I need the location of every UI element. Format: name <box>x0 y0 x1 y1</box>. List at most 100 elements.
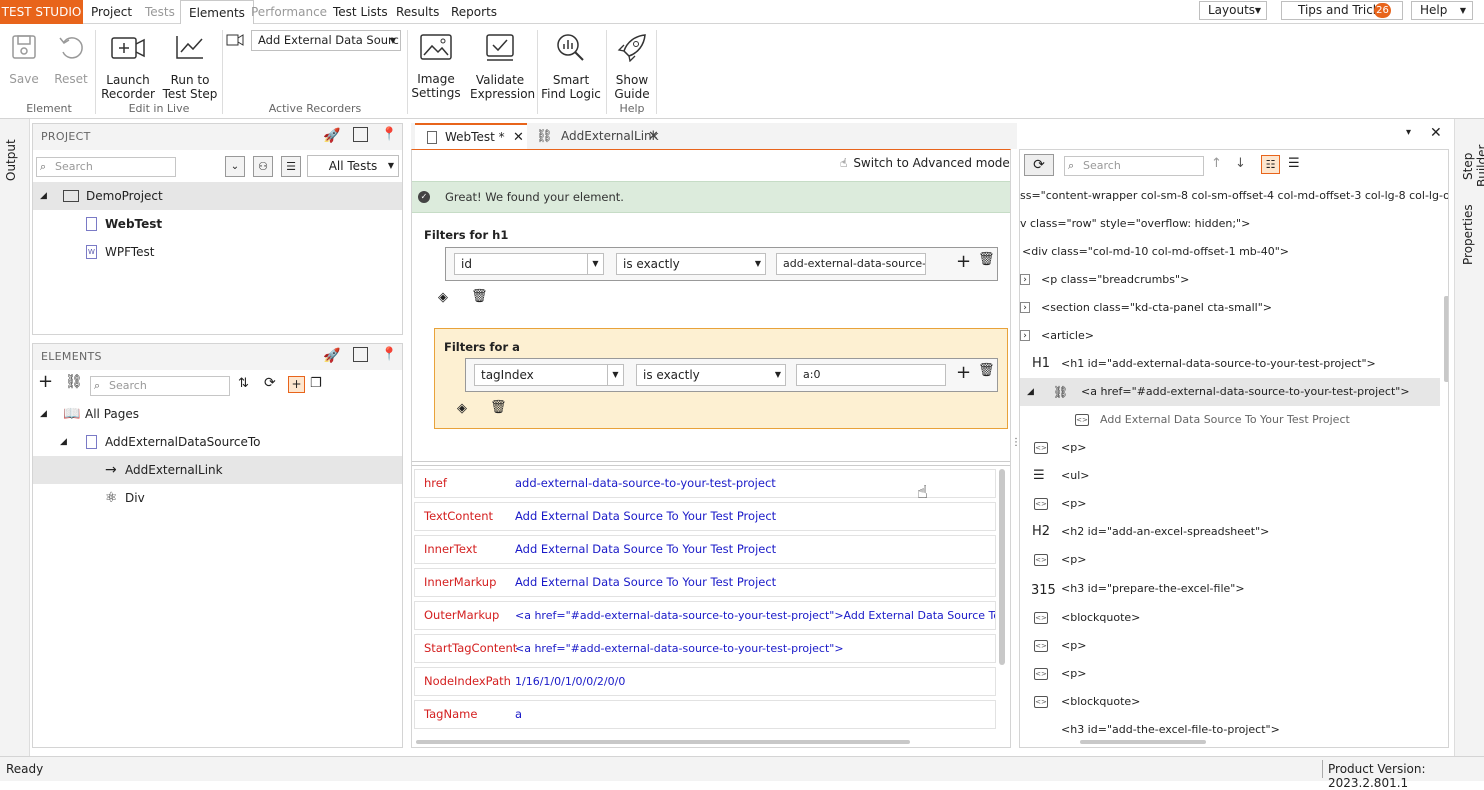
dom-node-selected[interactable]: ◢ ⛓ <a href="#add-external-data-source-to-… <box>1020 378 1440 406</box>
elements-search-input[interactable]: ⌕ Search <box>90 376 230 396</box>
dom-node[interactable]: › <section class="kd-cta-panel cta-small"… <box>1020 294 1440 322</box>
layers-icon[interactable]: ◈ <box>438 290 448 305</box>
property-row-href[interactable]: href add-external-data-source-to-your-tes… <box>414 469 996 498</box>
property-row-tagname[interactable]: TagName a <box>414 700 996 729</box>
dom-node[interactable]: H2 <h2 id="add-an-excel-spreadsheet"> <box>1020 518 1440 546</box>
reset-button[interactable]: Reset <box>52 32 90 86</box>
pin-icon[interactable]: 📍 <box>381 127 397 142</box>
editor-tab-webtest[interactable]: WebTest * ✕ <box>415 123 527 150</box>
editor-tab-addexternallink[interactable]: ⛓ AddExternalLink ✕ <box>531 123 667 149</box>
step-builder-side-tab[interactable]: Step Builder <box>1461 133 1484 199</box>
tree-item-div[interactable]: ⚛ Div <box>33 484 402 512</box>
refresh-icon[interactable]: ⟳ <box>264 375 276 391</box>
dom-horizontal-scrollbar[interactable] <box>1080 740 1206 744</box>
copy-icon[interactable]: ❐ <box>310 376 322 391</box>
property-row-starttagcontent[interactable]: StartTagContent<a href="#add-external-da… <box>414 634 996 663</box>
dom-node[interactable]: <> <p> <box>1020 660 1440 688</box>
list-icon[interactable]: ☰ <box>281 156 301 177</box>
property-row-nodeindexpath[interactable]: NodeIndexPath 1/16/1/0/1/0/0/2/0/0 <box>414 667 996 696</box>
tests-filter-select[interactable]: All Tests ▼ <box>307 155 399 177</box>
tree-item-demoproject[interactable]: ◢ DemoProject <box>33 182 402 210</box>
arrow-down-icon[interactable]: ↓ <box>1235 156 1246 171</box>
run-to-test-step-button[interactable]: Run to Test Step <box>162 32 218 101</box>
smart-find-logic-button[interactable]: Smart Find Logic <box>541 32 601 101</box>
layers-icon[interactable]: ◈ <box>457 401 467 416</box>
save-button[interactable]: Save <box>6 32 42 86</box>
rocket-icon[interactable]: 🚀 <box>323 128 340 144</box>
property-row-innermarkup[interactable]: InnerMarkup Add External Data Source To Y… <box>414 568 996 597</box>
close-icon[interactable]: ✕ <box>648 123 659 150</box>
dom-node[interactable]: <> <blockquote> <box>1020 604 1440 632</box>
dom-node[interactable]: <> <p> <box>1020 546 1440 574</box>
expand-arrow-icon[interactable]: ◢ <box>1027 378 1034 406</box>
launch-recorder-button[interactable]: Launch Recorder <box>100 32 156 101</box>
add-icon[interactable]: + <box>38 372 53 392</box>
menu-tab-results[interactable]: Results <box>388 0 447 24</box>
layouts-dropdown[interactable]: Layouts ▼ <box>1199 1 1267 20</box>
expand-arrow-icon[interactable]: › <box>1020 302 1030 313</box>
filter-a-operator-select[interactable]: is exactly ▼ <box>636 364 786 386</box>
validate-expression-button[interactable]: Validate Expression <box>470 32 535 101</box>
image-settings-button[interactable]: Image Settings <box>410 32 462 100</box>
menu-tab-test-lists[interactable]: Test Lists <box>325 0 396 24</box>
filter-a-value-input[interactable]: a:0 <box>796 364 946 386</box>
tips-button[interactable]: Tips and Tricks 26 <box>1281 1 1403 20</box>
advanced-mode-button[interactable]: ☝ Switch to Advanced mode <box>840 156 1010 170</box>
delete-icon[interactable]: 🗑 <box>978 363 995 378</box>
delete-icon[interactable]: 🗑 <box>490 400 507 415</box>
splitter-handle[interactable] <box>412 461 1010 466</box>
expand-arrow-icon[interactable]: › <box>1020 330 1030 341</box>
popout-icon[interactable] <box>353 347 368 362</box>
menu-tab-reports[interactable]: Reports <box>443 0 505 24</box>
menu-tab-performance[interactable]: Performance <box>243 0 335 24</box>
show-guide-button[interactable]: Show Guide <box>610 32 654 101</box>
filter-h1-operator-select[interactable]: is exactly ▼ <box>616 253 766 275</box>
tree-item-wpftest[interactable]: W WPFTest <box>33 238 402 266</box>
editor-horizontal-scrollbar[interactable] <box>416 740 910 744</box>
tree-item-page[interactable]: ◢ AddExternalDataSourceTo <box>33 428 402 456</box>
rocket-icon[interactable]: 🚀 <box>323 348 340 364</box>
add-filter-icon[interactable]: + <box>956 362 971 384</box>
dom-node[interactable]: ☰ <ul> <box>1020 462 1440 490</box>
delete-icon[interactable]: 🗑 <box>978 252 995 267</box>
popout-icon[interactable] <box>353 127 368 142</box>
dom-search-input[interactable]: ⌕ Search <box>1064 156 1204 176</box>
delete-icon[interactable]: 🗑 <box>471 289 488 304</box>
dom-node[interactable]: ss="content-wrapper col-sm-8 col-sm-offs… <box>1020 182 1448 210</box>
dom-node[interactable]: <> <blockquote> <box>1020 688 1440 716</box>
dom-node[interactable]: 315 <h3 id="prepare-the-excel-file"> <box>1020 574 1440 604</box>
filter-h1-attribute-select[interactable]: id ▼ <box>454 253 604 275</box>
properties-side-tab[interactable]: Properties <box>1461 204 1475 265</box>
dom-node[interactable]: <> <p> <box>1020 632 1440 660</box>
tree-item-all-pages[interactable]: ◢ 📖 All Pages <box>33 400 402 428</box>
help-dropdown[interactable]: Help ▼ <box>1411 1 1473 20</box>
dom-node[interactable]: <> <p> <box>1020 490 1440 518</box>
expand-arrow-icon[interactable]: › <box>1020 274 1030 285</box>
list-view-icon[interactable]: ☰ <box>1288 156 1300 171</box>
tree-item-webtest[interactable]: WebTest <box>33 210 402 238</box>
chevron-down-icon[interactable]: ▾ <box>1406 127 1411 138</box>
expand-arrow-icon[interactable]: ◢ <box>40 182 47 210</box>
refresh-icon[interactable]: ⟳ <box>1024 154 1054 176</box>
pin-icon[interactable]: 📍 <box>381 347 397 362</box>
link-icon[interactable]: ⛓ <box>65 374 83 390</box>
close-icon[interactable]: ✕ <box>513 125 524 150</box>
property-row-textcontent[interactable]: TextContent Add External Data Source To Y… <box>414 502 996 531</box>
dom-node[interactable]: H1 <h1 id="add-external-data-source-to-yo… <box>1020 350 1440 378</box>
output-side-tab[interactable]: Output <box>4 133 18 187</box>
tree-view-icon[interactable]: ☷ <box>1261 155 1280 174</box>
project-search-input[interactable]: ⌕ Search <box>36 157 176 177</box>
active-recorder-select[interactable]: Add External Data Sourc ▼ <box>251 30 401 51</box>
filter-a-attribute-select[interactable]: tagIndex ▼ <box>474 364 624 386</box>
properties-scrollbar[interactable] <box>999 469 1005 665</box>
vertical-splitter-grip[interactable]: ⋮ <box>1011 438 1021 448</box>
dom-node[interactable]: <div class="col-md-10 col-md-offset-1 mb… <box>1020 238 1440 266</box>
menu-tab-project[interactable]: Project <box>83 0 140 24</box>
collapse-all-icon[interactable]: ⌄ <box>225 156 245 177</box>
dom-vertical-scrollbar[interactable] <box>1444 296 1448 382</box>
dom-node[interactable]: › <article> <box>1020 322 1440 350</box>
dom-node[interactable]: <> Add External Data Source To Your Test … <box>1020 406 1440 434</box>
dom-node[interactable]: › <p class="breadcrumbs"> <box>1020 266 1440 294</box>
user-icon[interactable]: ⚇ <box>253 156 273 177</box>
close-icon[interactable]: ✕ <box>1430 125 1442 141</box>
